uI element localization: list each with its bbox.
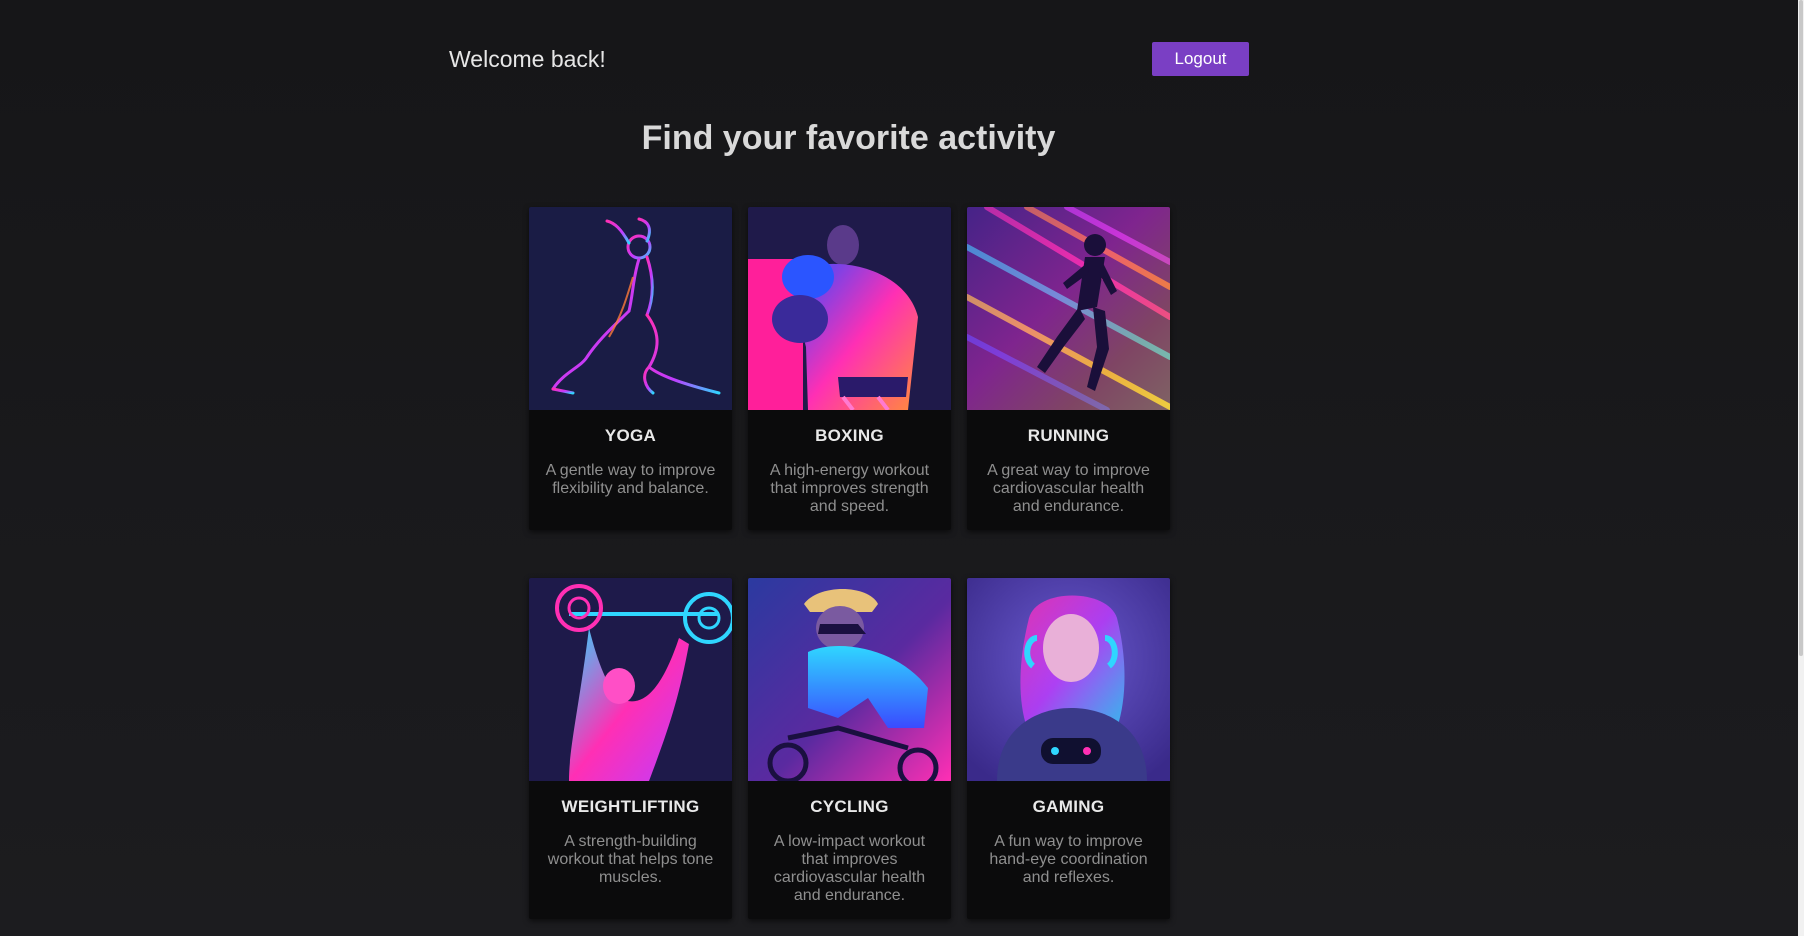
activity-title: WEIGHTLIFTING (561, 797, 700, 816)
activity-title: BOXING (815, 426, 884, 445)
weightlifter-icon (529, 578, 732, 781)
runner-icon (967, 207, 1170, 410)
gamer-icon (967, 578, 1170, 781)
activity-grid: YOGA A gentle way to improve flexibility… (529, 207, 1170, 919)
activity-title: RUNNING (1027, 426, 1110, 445)
welcome-message: Welcome back! (449, 46, 606, 72)
activity-description: A high-energy workout that improves stre… (769, 462, 930, 515)
scrollbar[interactable] (1798, 0, 1804, 936)
yoga-pose-icon (529, 207, 732, 410)
activity-card-gaming[interactable]: GAMING A fun way to improve hand-eye coo… (967, 578, 1170, 919)
boxer-icon (748, 207, 951, 410)
activity-card-running[interactable]: RUNNING A great way to improve cardiovas… (967, 207, 1170, 530)
logout-button[interactable]: Logout (1152, 42, 1249, 76)
cyclist-icon (748, 578, 951, 781)
scrollbar-thumb[interactable] (1799, 0, 1803, 656)
activity-description: A strength-building workout that helps t… (547, 833, 714, 886)
activity-title: YOGA (604, 426, 657, 445)
activity-description: A gentle way to improve flexibility and … (545, 462, 716, 497)
activity-description: A fun way to improve hand-eye coordinati… (989, 833, 1148, 886)
activity-card-cycling[interactable]: CYCLING A low-impact workout that improv… (748, 578, 951, 919)
activity-title: CYCLING (810, 797, 889, 816)
activity-description: A low-impact workout that improves cardi… (773, 833, 926, 904)
page: Welcome back! Logout Find your favorite … (0, 0, 1804, 936)
activity-title: GAMING (1032, 797, 1105, 816)
page-title: Find your favorite activity (641, 119, 1056, 157)
activity-card-yoga[interactable]: YOGA A gentle way to improve flexibility… (529, 207, 732, 530)
activity-description: A great way to improve cardiovascular he… (987, 462, 1150, 515)
activity-card-weightlifting[interactable]: WEIGHTLIFTING A strength-building workou… (529, 578, 732, 919)
activity-card-boxing[interactable]: BOXING A high-energy workout that improv… (748, 207, 951, 530)
